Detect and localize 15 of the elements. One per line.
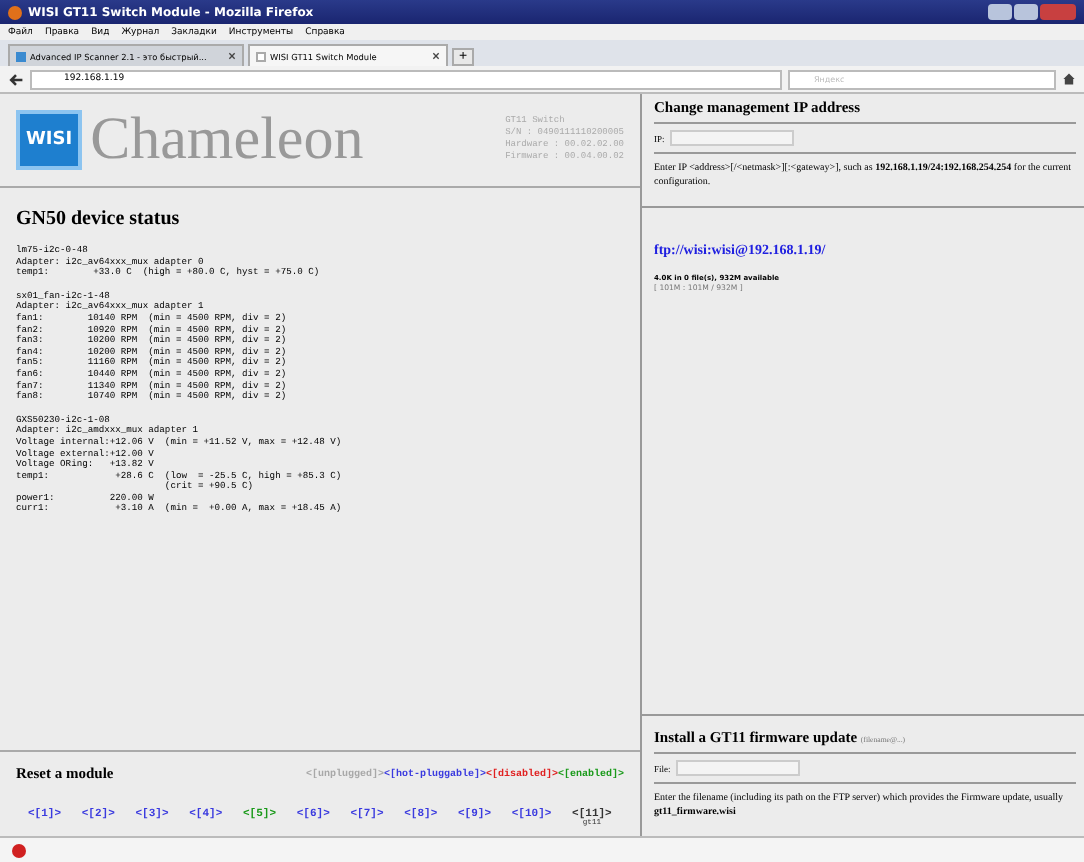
browser-logo-icon	[8, 5, 22, 19]
maximize-button[interactable]	[1014, 4, 1038, 20]
close-tab-icon[interactable]	[432, 52, 440, 60]
page-icon	[256, 51, 266, 61]
close-tab-icon[interactable]	[228, 52, 236, 60]
back-icon[interactable]	[8, 71, 24, 87]
section-heading: GN50 device status	[16, 208, 182, 230]
wisi-logo: WISI	[16, 110, 83, 170]
ip-input-field[interactable]	[670, 130, 795, 146]
stop-icon	[12, 843, 26, 857]
brand-name: Chameleon	[90, 106, 366, 174]
minimize-button[interactable]	[988, 4, 1012, 20]
page-icon	[16, 51, 26, 61]
home-icon[interactable]	[1062, 72, 1076, 86]
file-input-field[interactable]	[676, 760, 801, 776]
